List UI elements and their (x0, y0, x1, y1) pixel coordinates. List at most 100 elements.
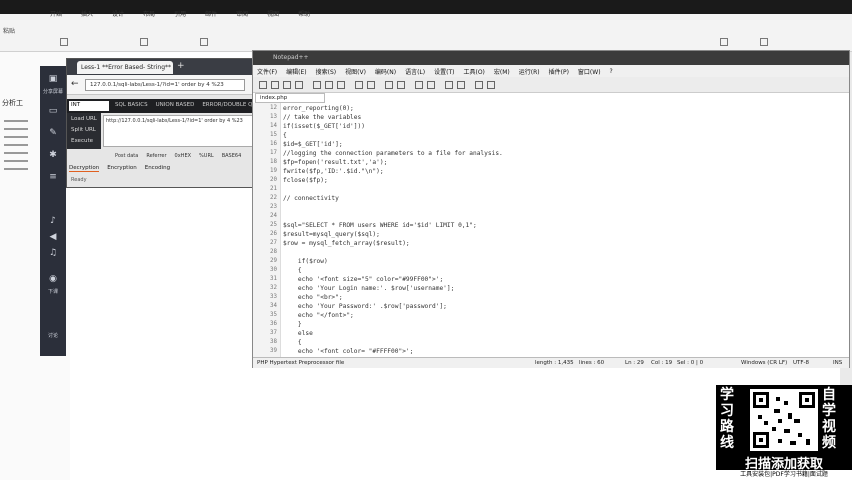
code-line[interactable]: if(isset($_GET['id'])) (283, 123, 365, 133)
hackbar-option[interactable]: Referrer (146, 153, 166, 159)
code-line[interactable]: echo '<font color= "#FFFF00">'; (283, 348, 414, 357)
document-heading: 分析工 (2, 99, 23, 107)
tab-encryption[interactable]: Encryption (107, 165, 137, 172)
indent-guide-icon[interactable] (457, 81, 465, 89)
code-line[interactable]: $row = mysql_fetch_array($result); (283, 240, 410, 250)
menu-item[interactable]: 搜索(S) (316, 67, 337, 76)
hackbar-menu-item[interactable]: UNION BASED (156, 102, 195, 108)
browser-tab[interactable]: Less-1 **Error Based- String** (77, 61, 173, 74)
tab-decryption[interactable]: Decryption (69, 165, 100, 172)
ribbon-tab[interactable]: 邮件 (205, 9, 217, 18)
menu-item[interactable]: ? (610, 68, 613, 75)
share-icon[interactable] (760, 38, 768, 46)
menu-item[interactable]: 插件(P) (549, 67, 569, 76)
split-url-button[interactable]: Split URL (71, 127, 96, 133)
styles-icon[interactable] (200, 38, 208, 46)
status-eol: Windows (CR LF) (741, 360, 788, 366)
ribbon-tab[interactable]: 设计 (112, 9, 124, 18)
menu-item[interactable]: 文件(F) (257, 67, 277, 76)
hackbar-option[interactable]: 0xHEX (175, 153, 191, 159)
zoom-out-icon[interactable] (427, 81, 435, 89)
end-class-label[interactable]: 下课 (43, 288, 63, 295)
promo-footer: 工具安装包|PDF学习书籍|面试题 (716, 470, 852, 480)
font-icon[interactable] (60, 38, 68, 46)
tab-encoding[interactable]: Encoding (145, 165, 170, 172)
line-number: 30 (270, 267, 277, 273)
find-icon[interactable] (385, 81, 393, 89)
paste-label[interactable]: 粘贴 (3, 26, 15, 35)
qr-code[interactable] (750, 389, 818, 451)
load-url-button[interactable]: Load URL (71, 116, 97, 122)
hackbar-option[interactable]: %URL (199, 153, 214, 159)
line-number: 26 (270, 231, 277, 237)
wrap-icon[interactable] (445, 81, 453, 89)
screen-share-icon[interactable]: ▣ (48, 74, 58, 84)
hackbar-option[interactable]: BASE64 (222, 153, 242, 159)
menu-item[interactable]: 宏(M) (494, 67, 510, 76)
ribbon-tab[interactable]: 布局 (143, 9, 155, 18)
line-number: 15 (270, 132, 277, 138)
zoom-in-icon[interactable] (415, 81, 423, 89)
menu-item[interactable]: 运行(R) (519, 67, 540, 76)
save-icon[interactable] (283, 81, 291, 89)
record-macro-icon[interactable] (475, 81, 483, 89)
ribbon-tab[interactable]: 开始 (50, 9, 62, 18)
paste-icon[interactable] (337, 81, 345, 89)
open-file-icon[interactable] (271, 81, 279, 89)
new-file-icon[interactable] (259, 81, 267, 89)
editor-title-bar: Notepad++ (253, 51, 849, 65)
tool-icon[interactable]: ✱ (48, 150, 58, 160)
ribbon-tab[interactable]: 引用 (174, 9, 186, 18)
code-line[interactable]: // connectivity (283, 195, 339, 205)
menu-item[interactable]: 设置(T) (434, 67, 454, 76)
pen-icon[interactable]: ✎ (48, 128, 58, 138)
copy-icon[interactable] (325, 81, 333, 89)
cut-icon[interactable] (313, 81, 321, 89)
menu-item[interactable]: 视图(V) (345, 67, 366, 76)
status-language: PHP Hypertext Preprocessor file (257, 360, 345, 366)
code-area[interactable]: error_reporting(0);// take the variables… (283, 103, 843, 357)
paragraph-icon[interactable] (140, 38, 148, 46)
file-tab[interactable]: index.php (255, 93, 325, 103)
url-bar[interactable]: 127.0.0.1/sqli-labs/Less-1/?id=1' order … (85, 79, 245, 91)
undo-icon[interactable] (355, 81, 363, 89)
play-macro-icon[interactable] (487, 81, 495, 89)
ribbon-tab[interactable]: 视图 (267, 9, 279, 18)
hackbar-url-textarea[interactable]: http://127.0.0.1/sqli-labs/Less-1/?id=1'… (103, 115, 253, 147)
hackbar-menu-item[interactable]: SQL BASICS (115, 102, 148, 108)
redo-icon[interactable] (367, 81, 375, 89)
hackbar-option[interactable]: Post data (115, 153, 138, 159)
menu-item[interactable]: 语言(L) (405, 67, 425, 76)
hackbar-select[interactable]: INT (69, 101, 109, 111)
mic-icon[interactable]: ♪ (48, 216, 58, 226)
replace-icon[interactable] (397, 81, 405, 89)
ribbon-tab[interactable]: 审阅 (236, 9, 248, 18)
find-icon[interactable] (720, 38, 728, 46)
menu-item[interactable]: 编码(N) (375, 67, 396, 76)
code-line[interactable]: fclose($fp); (283, 177, 328, 187)
list-icon[interactable]: ≡ (48, 172, 58, 182)
line-number: 16 (270, 141, 277, 147)
execute-button[interactable]: Execute (71, 138, 93, 144)
ribbon-tab[interactable]: 插入 (81, 9, 93, 18)
line-number: 29 (270, 258, 277, 264)
back-arrow-icon[interactable]: ← (71, 79, 79, 89)
status-ln: Ln : 29 (625, 360, 644, 366)
save-all-icon[interactable] (295, 81, 303, 89)
new-tab-icon[interactable]: + (177, 61, 185, 71)
monitor-icon[interactable]: ▭ (48, 106, 58, 116)
volume-icon[interactable]: ◀ (48, 232, 58, 242)
editor-toolbar (253, 77, 849, 93)
user-icon[interactable]: ◉ (48, 274, 58, 284)
line-number: 35 (270, 312, 277, 318)
music-icon[interactable]: ♫ (48, 248, 58, 258)
ribbon-tab[interactable]: 帮助 (298, 9, 310, 18)
menu-item[interactable]: 编辑(E) (286, 67, 306, 76)
menu-item[interactable]: 窗口(W) (578, 67, 601, 76)
line-number: 25 (270, 222, 277, 228)
menu-item[interactable]: 工具(O) (463, 67, 484, 76)
discuss-label[interactable]: 讨论 (43, 332, 63, 339)
editor-title: Notepad++ (273, 54, 309, 61)
editor-status-bar: PHP Hypertext Preprocessor file length :… (253, 357, 849, 368)
line-number: 37 (270, 330, 277, 336)
